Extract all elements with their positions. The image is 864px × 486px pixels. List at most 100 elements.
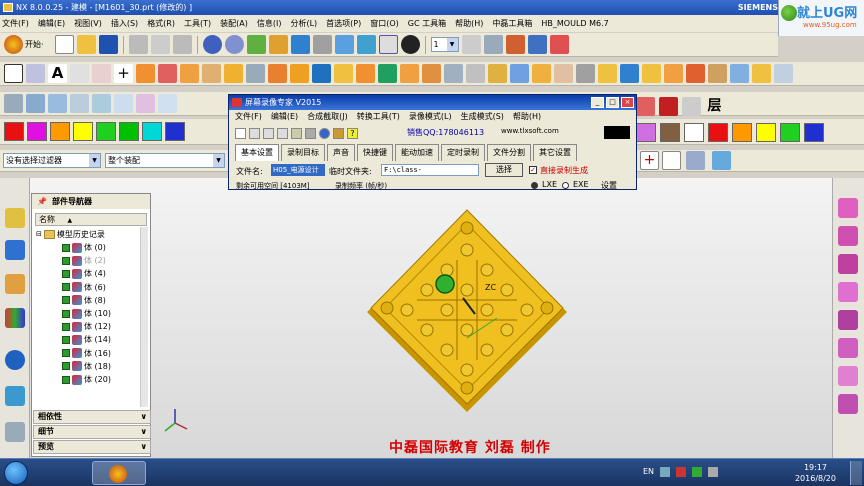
sketch-icon[interactable] bbox=[4, 64, 23, 83]
exe-radio[interactable] bbox=[562, 182, 569, 189]
offset-curve-icon[interactable] bbox=[70, 94, 89, 113]
tray-volume-icon[interactable] bbox=[708, 467, 718, 477]
synchronous-icon[interactable] bbox=[774, 64, 793, 83]
mesh-surface-icon[interactable] bbox=[202, 64, 221, 83]
menu-analysis[interactable]: 分析(L) bbox=[290, 18, 317, 29]
color-swatch-magenta[interactable] bbox=[27, 122, 47, 141]
vendor-url[interactable]: www.tlxsoft.com bbox=[501, 127, 559, 135]
shading-icon[interactable] bbox=[682, 96, 701, 116]
boss-icon[interactable] bbox=[290, 64, 309, 83]
tree-item-body[interactable]: 体 (12) bbox=[62, 320, 111, 333]
tray-recorder-icon[interactable] bbox=[676, 467, 686, 477]
format-settings-button[interactable]: 设置 bbox=[601, 180, 617, 189]
direct-record-checkbox[interactable]: ✓ bbox=[529, 166, 537, 174]
color-swatch-green[interactable] bbox=[96, 122, 116, 141]
menu-view[interactable]: 视图(V) bbox=[74, 18, 102, 29]
view-right-icon[interactable] bbox=[838, 254, 858, 274]
redo-icon[interactable] bbox=[224, 35, 244, 54]
taskbar-nx-app[interactable] bbox=[92, 461, 146, 485]
dependencies-panel[interactable]: 相依性 ∨ bbox=[33, 410, 151, 424]
menu-help[interactable]: 帮助(H) bbox=[455, 18, 483, 29]
view-front-icon[interactable] bbox=[838, 198, 858, 218]
tray-keyboard-icon[interactable] bbox=[660, 467, 670, 477]
filename-input[interactable]: H05_电源设计 bbox=[271, 164, 325, 176]
arc-icon[interactable] bbox=[26, 94, 45, 113]
show-desktop-button[interactable] bbox=[850, 461, 862, 485]
helix-icon[interactable] bbox=[158, 94, 177, 113]
color-swatch-white[interactable] bbox=[684, 122, 704, 142]
tree-item-body[interactable]: 体 (4) bbox=[62, 267, 106, 280]
color-swatch-orange[interactable] bbox=[50, 122, 70, 141]
reuse-library-icon[interactable] bbox=[5, 308, 25, 328]
split-body-icon[interactable] bbox=[466, 64, 485, 83]
visibility-checkbox[interactable] bbox=[62, 362, 70, 371]
recorder-menu-help[interactable]: 帮助(H) bbox=[513, 110, 541, 124]
edge-blend-icon[interactable] bbox=[488, 64, 507, 83]
menu-assembly[interactable]: 装配(A) bbox=[220, 18, 248, 29]
intersection-curve-icon[interactable] bbox=[114, 94, 133, 113]
cut-icon[interactable] bbox=[128, 35, 148, 54]
view-trimetric-icon[interactable] bbox=[838, 394, 858, 414]
color-analysis-icon[interactable] bbox=[659, 96, 678, 116]
draft-icon[interactable] bbox=[554, 64, 573, 83]
visibility-checkbox[interactable] bbox=[62, 283, 70, 292]
datum-axis-icon[interactable] bbox=[70, 64, 89, 83]
patch-icon[interactable] bbox=[664, 64, 683, 83]
pin-icon[interactable]: 📌 bbox=[37, 197, 47, 206]
tree-item-body[interactable]: 体 (10) bbox=[62, 307, 111, 320]
view-left-icon[interactable] bbox=[838, 366, 858, 386]
screen-recorder-window[interactable]: 屏幕录像专家 V2015 _ □ × 文件(F) 编辑(E) 合成截取(J) 转… bbox=[228, 94, 637, 190]
menu-window[interactable]: 窗口(O) bbox=[370, 18, 399, 29]
snap-icon[interactable] bbox=[268, 35, 288, 54]
visibility-checkbox[interactable] bbox=[62, 256, 70, 265]
history-icon[interactable] bbox=[5, 386, 25, 406]
tab-file-split[interactable]: 文件分割 bbox=[487, 144, 531, 161]
tree-item-body[interactable]: 体 (6) bbox=[62, 281, 106, 294]
tree-item-body[interactable]: 体 (20) bbox=[62, 373, 111, 386]
layer-settings-icon[interactable] bbox=[461, 35, 481, 54]
tree-item-body[interactable]: 体 (0) bbox=[62, 241, 106, 254]
tab-acceleration[interactable]: 能动加速 bbox=[395, 144, 439, 161]
text-tool-icon[interactable]: A bbox=[48, 64, 67, 83]
collapse-icon[interactable]: ⊟ bbox=[36, 228, 42, 241]
thicken-icon[interactable] bbox=[598, 64, 617, 83]
visibility-checkbox[interactable] bbox=[62, 296, 70, 305]
view-snap-icon[interactable] bbox=[686, 151, 705, 170]
color-swatch-red[interactable] bbox=[4, 122, 24, 141]
tab-hotkeys[interactable]: 快捷键 bbox=[357, 144, 393, 161]
details-panel[interactable]: 细节 ∨ bbox=[33, 425, 151, 439]
wcs-rotate-icon[interactable] bbox=[527, 35, 547, 54]
tray-network-icon[interactable] bbox=[692, 467, 702, 477]
tree-root-row[interactable]: ⊟ 模型历史记录 bbox=[36, 228, 105, 241]
wcs-display-icon[interactable] bbox=[549, 35, 569, 54]
scale-body-icon[interactable] bbox=[620, 64, 639, 83]
menu-hb-mould[interactable]: HB_MOULD M6.7 bbox=[541, 19, 608, 28]
color-swatch-cyan[interactable] bbox=[142, 122, 162, 141]
tree-item-body[interactable]: 体 (2) bbox=[62, 254, 106, 267]
tube-icon[interactable] bbox=[246, 64, 265, 83]
menu-info[interactable]: 信息(I) bbox=[257, 18, 282, 29]
pattern-icon[interactable] bbox=[334, 64, 353, 83]
selection-filter-select[interactable]: 没有选择过滤器 ▼ bbox=[3, 153, 101, 168]
layer-text-icon[interactable]: 层 bbox=[705, 97, 724, 116]
recorder-record-icon[interactable] bbox=[249, 127, 260, 139]
recorder-menu-edit[interactable]: 编辑(E) bbox=[271, 110, 298, 124]
tab-other-settings[interactable]: 其它设置 bbox=[533, 144, 577, 161]
visibility-checkbox[interactable] bbox=[62, 269, 70, 278]
view-orientation-icon[interactable] bbox=[334, 35, 354, 54]
replace-face-icon[interactable] bbox=[686, 64, 705, 83]
recorder-play-icon[interactable] bbox=[291, 127, 302, 139]
view-back-icon[interactable] bbox=[838, 310, 858, 330]
roles-icon[interactable] bbox=[5, 422, 25, 442]
project-curve-icon[interactable] bbox=[92, 94, 111, 113]
recorder-menu-file[interactable]: 文件(F) bbox=[235, 110, 262, 124]
recorder-title-bar[interactable]: 屏幕录像专家 V2015 _ □ × bbox=[229, 95, 636, 110]
view-bottom-icon[interactable] bbox=[838, 338, 858, 358]
sketch-curve-icon[interactable] bbox=[26, 64, 45, 83]
start-button[interactable]: 开始· bbox=[4, 35, 44, 54]
paste-icon[interactable] bbox=[172, 35, 192, 54]
tree-item-body[interactable]: 体 (18) bbox=[62, 360, 111, 373]
tree-item-body[interactable]: 体 (16) bbox=[62, 347, 111, 360]
recorder-menu-record-mode[interactable]: 录像模式(L) bbox=[409, 110, 452, 124]
resize-face-icon[interactable] bbox=[752, 64, 771, 83]
